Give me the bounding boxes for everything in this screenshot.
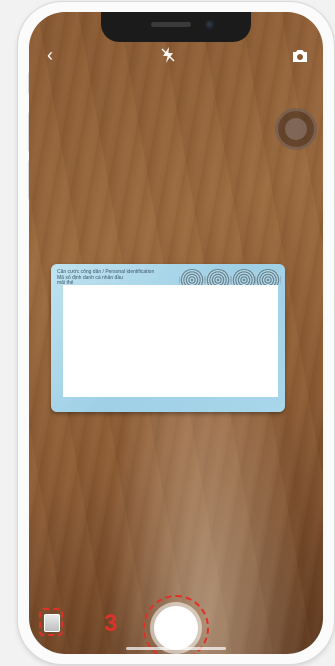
camera-flip-icon[interactable] xyxy=(291,48,309,64)
redacted-area xyxy=(63,285,278,397)
id-card-preview: Căn cước công dân / Personal identificat… xyxy=(51,264,285,412)
phone-notch xyxy=(101,12,251,42)
shutter-highlight xyxy=(143,595,209,654)
camera-viewfinder: ‹ Căn cước công dân / Personal identific… xyxy=(29,12,323,654)
step-number-label: 3 xyxy=(104,610,118,637)
assistive-touch-button[interactable] xyxy=(275,108,317,150)
shutter-button[interactable] xyxy=(154,606,198,650)
earpiece-speaker xyxy=(151,22,191,27)
home-indicator[interactable] xyxy=(126,647,226,650)
gallery-thumbnail-icon xyxy=(44,614,60,632)
flash-off-icon[interactable] xyxy=(159,46,177,64)
chevron-left-icon[interactable]: ‹ xyxy=(47,46,53,64)
gallery-button[interactable] xyxy=(39,608,63,636)
phone-frame: ‹ Căn cước công dân / Personal identific… xyxy=(18,2,334,664)
front-camera xyxy=(205,20,214,29)
